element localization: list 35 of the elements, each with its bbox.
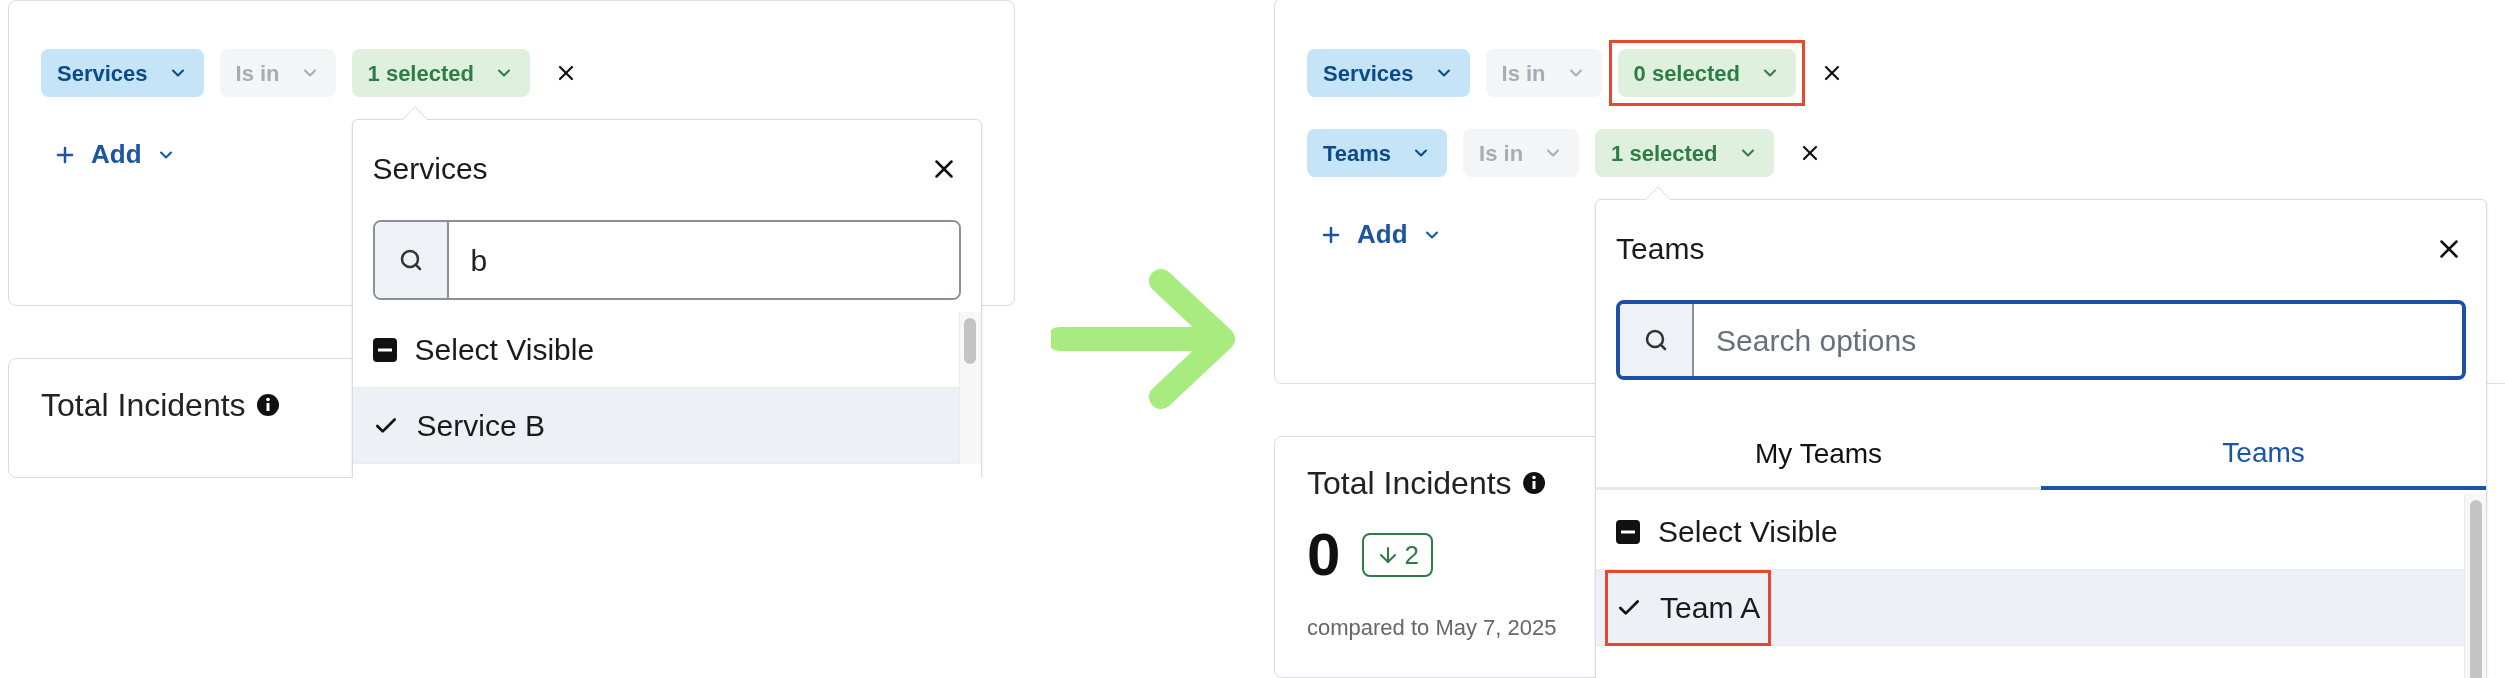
info-icon bbox=[255, 393, 280, 417]
value-dropdown[interactable]: 1 selected bbox=[351, 49, 530, 97]
tab[interactable]: My Teams bbox=[1596, 420, 2042, 490]
search-icon bbox=[1644, 328, 1669, 352]
option-row[interactable]: Select Visible bbox=[352, 312, 959, 388]
metric-title: Total Incidents bbox=[1307, 464, 1512, 503]
option-label: Team A bbox=[1660, 590, 1761, 626]
option-label: Select Visible bbox=[1658, 514, 1838, 550]
popover-title: Teams bbox=[1616, 234, 1705, 264]
info-icon bbox=[1521, 471, 1546, 495]
metric-value: 0 bbox=[1307, 525, 1341, 585]
indeterminate-checkbox-icon[interactable] bbox=[1616, 519, 1641, 544]
indeterminate-checkbox-icon[interactable] bbox=[372, 337, 397, 362]
metric-title: Total Incidents bbox=[41, 386, 246, 425]
option-label: Select Visible bbox=[414, 332, 595, 368]
comparison-text: compared to May 7, 2025 bbox=[1307, 614, 1558, 642]
search-field[interactable]: Search options bbox=[1616, 300, 2467, 380]
tab[interactable]: Teams bbox=[2041, 420, 2487, 490]
add-filter-button[interactable]: Add bbox=[53, 135, 176, 174]
search-field[interactable]: b bbox=[372, 220, 961, 300]
value-dropdown[interactable]: 1 selected bbox=[1595, 129, 1774, 177]
option-row[interactable]: Service B bbox=[352, 388, 959, 464]
add-filter-button[interactable]: Add bbox=[1319, 215, 1442, 254]
scrollbar-thumb[interactable] bbox=[2469, 500, 2482, 678]
option-row[interactable]: Team A bbox=[1596, 570, 2465, 646]
search-icon bbox=[398, 248, 423, 272]
field-dropdown[interactable]: Services bbox=[1307, 49, 1470, 97]
option-label: Service B bbox=[416, 408, 545, 444]
value-dropdown[interactable]: 0 selected bbox=[1617, 49, 1796, 97]
field-dropdown[interactable]: Teams bbox=[1307, 129, 1448, 177]
scrollbar-thumb[interactable] bbox=[964, 318, 977, 364]
change-badge: 2 bbox=[1362, 533, 1433, 577]
popover-title: Services bbox=[372, 154, 488, 184]
field-dropdown[interactable]: Services bbox=[41, 49, 204, 97]
option-row[interactable]: Select Visible bbox=[1596, 494, 2465, 570]
